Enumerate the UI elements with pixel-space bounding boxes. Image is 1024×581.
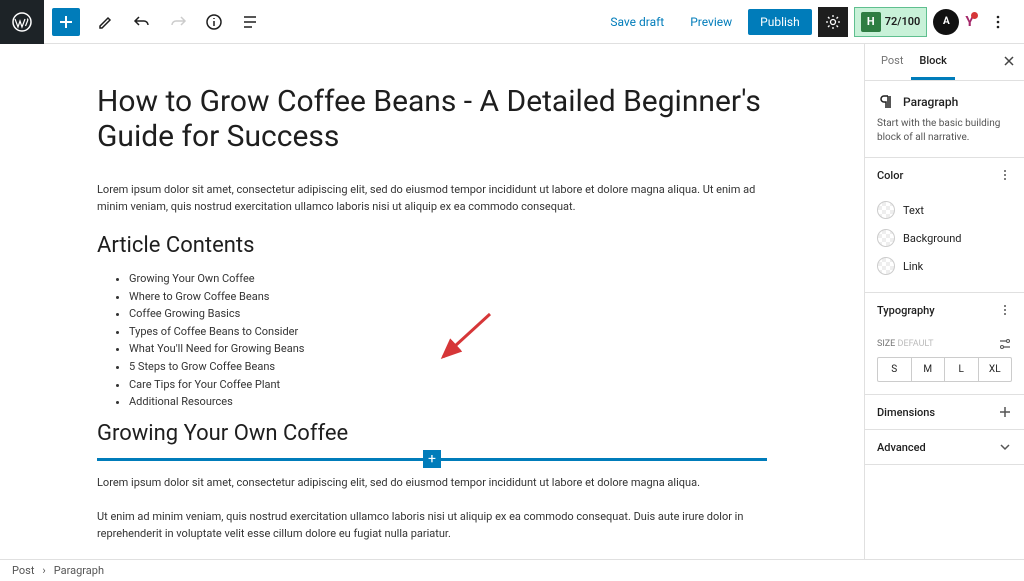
chevron-down-icon: [998, 440, 1012, 454]
plus-icon[interactable]: [998, 405, 1012, 419]
more-options-icon[interactable]: [980, 4, 1016, 40]
plugin-icon-1[interactable]: A: [933, 9, 959, 35]
redo-icon[interactable]: [160, 4, 196, 40]
tab-block[interactable]: Block: [911, 44, 954, 80]
size-settings-icon[interactable]: [998, 337, 1012, 351]
list-item[interactable]: 5 Steps to Grow Coffee Beans: [129, 358, 767, 376]
add-block-button[interactable]: [52, 8, 80, 36]
block-inserter-button[interactable]: +: [423, 450, 441, 468]
undo-icon[interactable]: [124, 4, 160, 40]
block-name: Paragraph: [903, 95, 958, 109]
breadcrumb: Post › Paragraph: [0, 559, 1024, 581]
block-description-text: Start with the basic building block of a…: [877, 117, 1012, 145]
info-icon[interactable]: [196, 4, 232, 40]
close-sidebar-icon[interactable]: [1002, 54, 1016, 68]
list-item[interactable]: Types of Coffee Beans to Consider: [129, 323, 767, 341]
color-panel: Color Text Background Link: [865, 158, 1024, 293]
edit-mode-icon[interactable]: [88, 4, 124, 40]
paragraph-block[interactable]: Lorem ipsum dolor sit amet, consectetur …: [97, 182, 767, 215]
editor-canvas[interactable]: How to Grow Coffee Beans - A Detailed Be…: [0, 44, 864, 559]
advanced-panel-header[interactable]: Advanced: [865, 430, 1024, 464]
wordpress-logo[interactable]: [0, 0, 44, 44]
color-link-row[interactable]: Link: [877, 252, 1012, 280]
list-item[interactable]: Coffee Growing Basics: [129, 305, 767, 323]
post-title[interactable]: How to Grow Coffee Beans - A Detailed Be…: [97, 84, 767, 154]
typography-panel-header[interactable]: Typography: [865, 293, 1024, 327]
list-item[interactable]: Additional Resources: [129, 393, 767, 411]
list-item[interactable]: What You'll Need for Growing Beans: [129, 340, 767, 358]
dimensions-panel-header[interactable]: Dimensions: [865, 395, 1024, 429]
settings-icon[interactable]: [818, 7, 848, 37]
paragraph-block[interactable]: Ut enim ad minim veniam, quis nostrud ex…: [97, 509, 767, 542]
size-m[interactable]: M: [912, 358, 946, 381]
dimensions-panel: Dimensions: [865, 395, 1024, 430]
yoast-icon[interactable]: Y: [965, 14, 974, 30]
paragraph-icon: [877, 93, 895, 111]
publish-button[interactable]: Publish: [748, 9, 812, 35]
color-panel-header[interactable]: Color: [865, 158, 1024, 192]
paragraph-block[interactable]: Lorem ipsum dolor sit amet, consectetur …: [97, 475, 767, 492]
panel-options-icon[interactable]: [998, 168, 1012, 182]
breadcrumb-separator: ›: [42, 564, 45, 577]
color-background-row[interactable]: Background: [877, 224, 1012, 252]
breadcrumb-root[interactable]: Post: [12, 564, 34, 577]
color-text-row[interactable]: Text: [877, 196, 1012, 224]
typography-panel: Typography SIZE DEFAULT S M: [865, 293, 1024, 395]
list-item[interactable]: Where to Grow Coffee Beans: [129, 288, 767, 306]
outline-icon[interactable]: [232, 4, 268, 40]
size-l[interactable]: L: [945, 358, 979, 381]
list-block[interactable]: Growing Your Own Coffee Where to Grow Co…: [97, 270, 767, 411]
list-item[interactable]: Growing Your Own Coffee: [129, 270, 767, 288]
swatch-icon: [877, 229, 895, 247]
size-xl[interactable]: XL: [979, 358, 1012, 381]
swatch-icon: [877, 201, 895, 219]
block-description: Paragraph Start with the basic building …: [865, 81, 1024, 158]
save-draft-button[interactable]: Save draft: [600, 9, 674, 35]
readability-score[interactable]: H72/100: [854, 7, 928, 37]
size-buttons: S M L XL: [877, 357, 1012, 382]
tab-post[interactable]: Post: [873, 44, 911, 80]
breadcrumb-current[interactable]: Paragraph: [54, 564, 104, 577]
sidebar-tabs: Post Block: [865, 44, 1024, 81]
panel-options-icon[interactable]: [998, 303, 1012, 317]
heading-block[interactable]: Article Contents: [97, 233, 767, 258]
preview-button[interactable]: Preview: [680, 9, 742, 35]
size-label: SIZE DEFAULT: [877, 337, 1012, 351]
settings-sidebar: Post Block Paragraph Start with the basi…: [864, 44, 1024, 559]
advanced-panel: Advanced: [865, 430, 1024, 465]
block-inserter-line: +: [97, 458, 767, 461]
list-item[interactable]: Care Tips for Your Coffee Plant: [129, 376, 767, 394]
size-s[interactable]: S: [878, 358, 912, 381]
heading-block[interactable]: Growing Your Own Coffee: [97, 421, 767, 446]
swatch-icon: [877, 257, 895, 275]
top-toolbar: Save draft Preview Publish H72/100 A Y: [0, 0, 1024, 44]
